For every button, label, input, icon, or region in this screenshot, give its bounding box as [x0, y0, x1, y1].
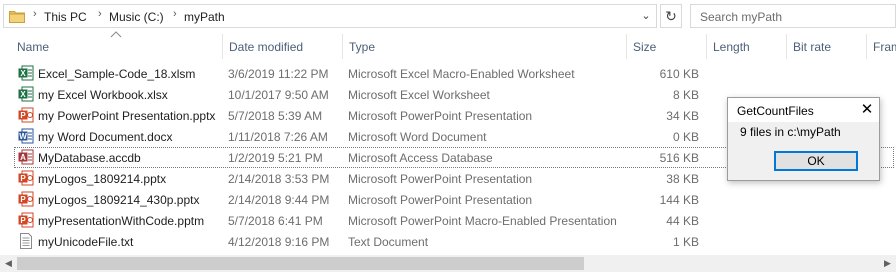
- svg-text:P: P: [20, 216, 26, 225]
- word-icon: W: [18, 128, 34, 144]
- refresh-icon[interactable]: ↻: [660, 4, 682, 28]
- file-date-modified: 1/2/2019 5:21 PM: [228, 151, 323, 165]
- file-size: 0 KB: [672, 130, 699, 144]
- address-bar-row: › This PC › Music (C:) › myPath ⌄ ↻ Sear…: [0, 0, 896, 31]
- dialog-message: 9 files in c:\myPath: [740, 125, 841, 139]
- access-icon: A: [18, 149, 34, 165]
- file-type: Microsoft PowerPoint Presentation: [348, 109, 533, 123]
- file-name[interactable]: my Word Document.docx: [38, 130, 173, 144]
- file-size: 44 KB: [666, 214, 699, 228]
- scrollbar-thumb[interactable]: [17, 257, 584, 270]
- file-date-modified: 5/7/2018 5:39 AM: [228, 109, 323, 123]
- column-header-frame[interactable]: Fram: [873, 40, 896, 54]
- address-bar[interactable]: › This PC › Music (C:) › myPath ⌄: [3, 4, 657, 28]
- svg-text:W: W: [19, 132, 27, 141]
- file-row[interactable]: myUnicodeFile.txt 4/12/2018 9:16 PM Text D…: [0, 231, 896, 252]
- powerpoint-icon: P: [18, 170, 34, 186]
- powerpoint-icon: P: [18, 212, 34, 228]
- file-type: Microsoft Word Document: [348, 130, 487, 144]
- powerpoint-icon: P: [18, 191, 34, 207]
- file-size: 8 KB: [672, 88, 699, 102]
- message-box-dialog: GetCountFiles ✕ 9 files in c:\myPath OK: [727, 97, 880, 181]
- svg-text:X: X: [20, 69, 26, 78]
- scroll-right-icon[interactable]: ▶: [879, 255, 896, 272]
- chevron-down-icon[interactable]: ⌄: [638, 9, 654, 25]
- powerpoint-icon: P: [18, 107, 34, 123]
- file-name[interactable]: myLogos_1809214_430p.pptx: [38, 193, 199, 207]
- breadcrumb-separator[interactable]: ›: [98, 8, 102, 20]
- file-date-modified: 2/14/2018 9:44 PM: [228, 193, 330, 207]
- file-name[interactable]: my PowerPoint Presentation.pptx: [38, 109, 215, 123]
- file-type: Microsoft PowerPoint Presentation: [348, 193, 533, 207]
- file-row[interactable]: PmyPresentationWithCode.pptm 5/7/2018 6:4…: [0, 210, 896, 231]
- sort-ascending-icon: [110, 31, 122, 38]
- dialog-title: GetCountFiles: [737, 104, 814, 118]
- text-file-icon: [20, 233, 32, 249]
- horizontal-scrollbar[interactable]: ◀ ▶: [0, 255, 896, 272]
- column-divider[interactable]: [706, 34, 707, 59]
- file-type: Microsoft Excel Worksheet: [348, 88, 490, 102]
- file-type: Microsoft PowerPoint Presentation: [348, 172, 533, 186]
- file-name[interactable]: my Excel Workbook.xlsx: [38, 88, 168, 102]
- column-header-name[interactable]: Name: [17, 40, 49, 54]
- column-divider[interactable]: [342, 34, 343, 59]
- column-header-size[interactable]: Size: [633, 40, 656, 54]
- column-header-date-modified[interactable]: Date modified: [229, 40, 303, 54]
- file-row[interactable]: PmyLogos_1809214_430p.pptx 2/14/2018 9:44…: [0, 189, 896, 210]
- column-divider[interactable]: [866, 34, 867, 59]
- file-size: 38 KB: [666, 172, 699, 186]
- file-row[interactable]: X Excel_Sample-Code_18.xlsm 3/6/2019 11:22…: [0, 63, 896, 84]
- file-date-modified: 1/11/2018 7:26 AM: [228, 130, 328, 144]
- column-header-length[interactable]: Length: [713, 40, 750, 54]
- file-date-modified: 10/1/2017 9:50 AM: [228, 88, 329, 102]
- file-size: 144 KB: [659, 193, 699, 207]
- file-name[interactable]: Excel_Sample-Code_18.xlsm: [38, 67, 195, 81]
- breadcrumb-this-pc[interactable]: This PC: [44, 10, 87, 24]
- svg-text:P: P: [20, 111, 26, 120]
- search-input[interactable]: Search myPath: [690, 4, 896, 28]
- column-header-row: Name Date modified Type Size Length Bit …: [0, 31, 896, 59]
- file-size: 1 KB: [672, 235, 699, 249]
- column-divider[interactable]: [222, 34, 223, 59]
- folder-icon: [9, 11, 25, 23]
- scroll-left-icon[interactable]: ◀: [0, 255, 17, 272]
- file-name[interactable]: MyDatabase.accdb: [38, 151, 141, 165]
- file-size: 34 KB: [666, 109, 699, 123]
- breadcrumb-separator[interactable]: ›: [173, 8, 177, 20]
- column-divider[interactable]: [626, 34, 627, 59]
- file-name[interactable]: myPresentationWithCode.pptm: [38, 214, 204, 228]
- column-header-bit-rate[interactable]: Bit rate: [793, 40, 831, 54]
- file-date-modified: 4/12/2018 9:16 PM: [228, 235, 330, 249]
- column-header-type[interactable]: Type: [349, 40, 375, 54]
- file-type: Microsoft PowerPoint Macro-Enabled Prese…: [348, 214, 617, 228]
- svg-text:X: X: [20, 90, 26, 99]
- svg-text:P: P: [20, 174, 26, 183]
- svg-text:P: P: [20, 195, 26, 204]
- file-size: 610 KB: [659, 67, 699, 81]
- breadcrumb-separator[interactable]: ›: [33, 8, 37, 20]
- svg-text:A: A: [20, 153, 26, 162]
- file-type: Microsoft Access Database: [348, 151, 493, 165]
- breadcrumb-mypath[interactable]: myPath: [184, 10, 225, 24]
- ok-button[interactable]: OK: [774, 151, 858, 171]
- file-name[interactable]: myUnicodeFile.txt: [38, 235, 133, 249]
- file-name[interactable]: myLogos_1809214.pptx: [38, 172, 166, 186]
- search-placeholder: Search myPath: [700, 10, 783, 24]
- column-divider[interactable]: [786, 34, 787, 59]
- close-icon[interactable]: ✕: [854, 99, 880, 121]
- dialog-body: 9 files in c:\myPath OK: [728, 122, 879, 180]
- file-date-modified: 5/7/2018 6:41 PM: [228, 214, 323, 228]
- breadcrumb-music-drive[interactable]: Music (C:): [109, 10, 164, 24]
- file-date-modified: 2/14/2018 3:53 PM: [228, 172, 330, 186]
- file-type: Microsoft Excel Macro-Enabled Worksheet: [348, 67, 575, 81]
- file-date-modified: 3/6/2019 11:22 PM: [228, 67, 329, 81]
- excel-icon: X: [18, 65, 34, 81]
- file-size: 516 KB: [659, 151, 699, 165]
- excel-icon: X: [18, 86, 34, 102]
- file-type: Text Document: [348, 235, 429, 249]
